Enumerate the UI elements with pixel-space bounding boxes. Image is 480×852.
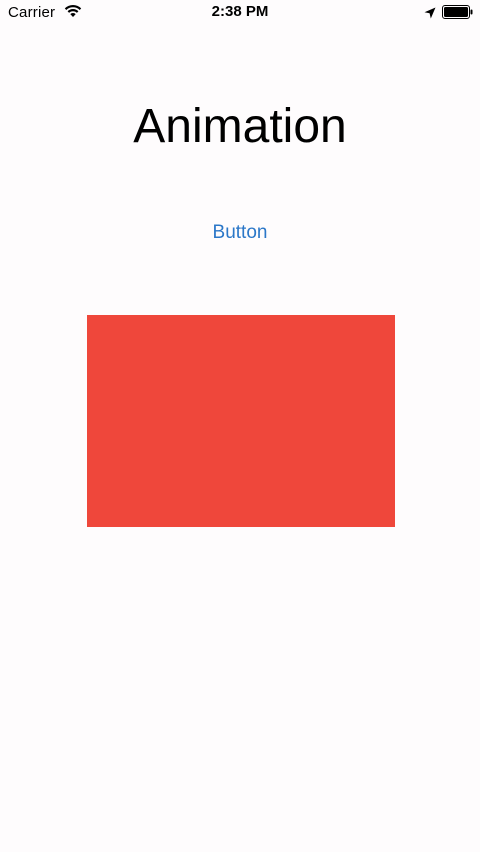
app-screen: Carrier 2:38 PM Animation Button	[0, 0, 480, 852]
status-bar: Carrier 2:38 PM	[0, 0, 480, 26]
animated-view	[87, 315, 395, 527]
location-icon	[424, 6, 436, 19]
battery-icon	[442, 5, 474, 19]
page-title: Animation	[133, 100, 347, 153]
animate-button[interactable]: Button	[190, 218, 290, 248]
status-time: 2:38 PM	[211, 3, 269, 20]
